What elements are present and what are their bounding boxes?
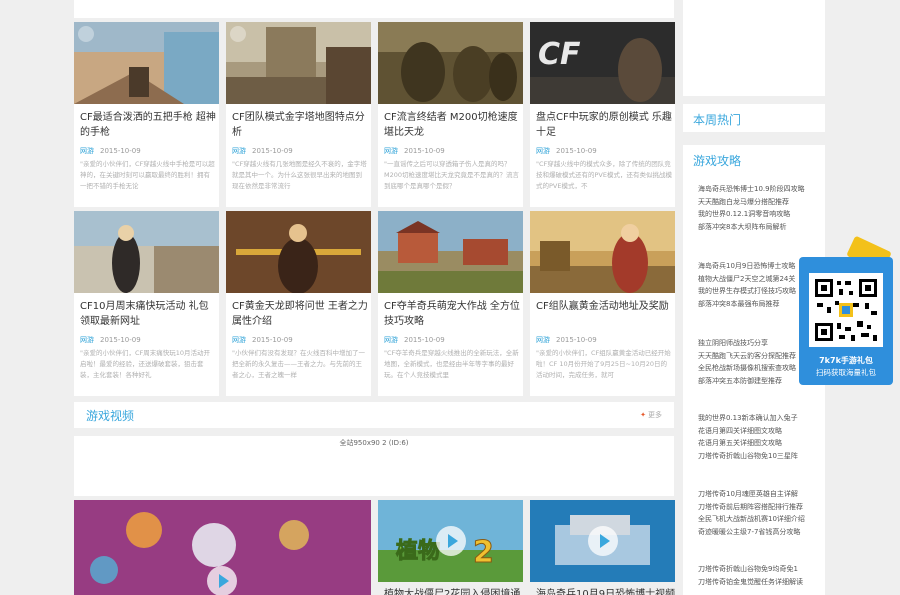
article-title[interactable]: CF黄金天龙即将问世 王者之力属性介绍 [232,299,368,329]
qr-code-icon [809,273,883,347]
article-card[interactable]: CF夺羊奇兵萌宠大作战 全方位技巧攻略 网游 2015-10-09 "CF夺羊奇兵… [378,211,523,396]
list-item[interactable]: 花语月第五关详细图文攻略 [698,437,818,450]
list-item[interactable]: 刀塔传奇折戟山谷物免10三星阵 [698,450,818,463]
play-icon[interactable] [207,566,237,595]
article-desc: "亲爱的小伙伴们，CF周末痛快玩10月活动开启啦！最爱的经验，还送爆破套装，狙击… [80,349,211,379]
article-desc: "一直谣传之后可以穿透箱子伤人是真的吗？M200切枪速度堪比天龙究竟是不是真的？… [384,160,520,190]
video-thumb-large[interactable] [74,500,371,595]
thumbnail[interactable] [530,211,675,293]
list-item[interactable]: 刀塔传奇铂金鬼觉醒任务详细解读 [698,576,818,589]
svg-text:植物: 植物 [396,538,440,564]
ad-placeholder: 全站950x90 2 (ID:6) [74,436,674,496]
thumbnail[interactable] [74,211,219,293]
guide-list-group: 刀塔传奇10月魂匣英雄自主详解 刀塔传奇前后期阵容搭配排行推荐 全民飞机大战新战… [698,488,818,538]
article-desc: "亲爱的小伙伴们，CF组队赢黄金活动已经开始啦！CF 10月份开始了9月25日~… [536,349,671,379]
article-desc: "CF穿越火线有几张地图是经久不衰的，金字塔就是其中一个。为什么这张很早出来的地… [232,160,367,190]
guide-list-group: 我的世界0.13新本确认加入兔子 花语月第四关详细图文攻略 花语月第五关详细图文… [698,412,818,462]
ad-text: 全站950x90 2 (ID:6) [339,439,409,447]
article-title[interactable]: CF团队模式金字塔地图特点分析 [232,110,368,140]
list-item[interactable]: 我的世界0.13新本确认加入兔子 [698,412,818,425]
guide-list-group: 刀塔传奇折戟山谷物免9均奇免1 刀塔传奇铂金鬼觉醒任务详细解读 [698,563,818,588]
list-item[interactable]: 天天酷跑白龙马爆分搭配推荐 [698,196,818,209]
list-item[interactable]: 刀塔传奇10月魂匣英雄自主详解 [698,488,818,501]
list-item[interactable]: 刀塔传奇折戟山谷物免9均奇免1 [698,563,818,576]
guide-list-group: 海岛奇兵恐怖博士10.9阶段四攻略 天天酷跑白龙马爆分搭配推荐 我的世界0.12… [698,183,818,233]
video-caption[interactable]: 海岛奇兵10月9日恐怖博士视频... [536,585,685,595]
section-title: 游戏视频 [86,409,135,423]
article-meta: 网游 2015-10-09 [232,147,293,155]
article-title[interactable]: CF最适合泼洒的五把手枪 超神的手枪 [80,110,216,140]
thumbnail[interactable] [74,22,219,104]
article-title[interactable]: CF组队赢黄金活动地址及奖励 [536,299,672,329]
thumbnail[interactable] [378,22,523,104]
guide-title[interactable]: 游戏攻略 [693,152,741,169]
article-meta: 网游 2015-10-09 [80,336,141,344]
sidebar-top-block [683,0,825,96]
article-meta: 网游 2015-10-09 [536,147,597,155]
thumbnail[interactable] [378,211,523,293]
thumbnail[interactable] [226,211,371,293]
qr-caption-sub: 扫码获取海量礼包 [816,368,876,377]
hot-title[interactable]: 本周热门 [693,111,741,128]
article-title[interactable]: CF夺羊奇兵萌宠大作战 全方位技巧攻略 [384,299,520,329]
article-meta: 网游 2015-10-09 [232,336,293,344]
svg-text:CF: CF [538,37,581,72]
list-item[interactable]: 刀塔传奇前后期阵容搭配排行推荐 [698,501,818,514]
list-item[interactable]: 奇迹暖暖公主级7-7省钱高分攻略 [698,526,818,539]
list-item[interactable]: 我的世界0.12.1洞零音响攻略 [698,208,818,221]
article-card[interactable]: CF团队模式金字塔地图特点分析 网游 2015-10-09 "CF穿越火线有几张地… [226,22,371,207]
list-item[interactable]: 部落冲突8本大坝阵布局解析 [698,221,818,234]
article-desc: "CF夺羊奇兵是穿越火线推出的全新玩法，全新地图，全新模式，也是经由半年等字事的… [384,349,519,379]
article-desc: "CF穿越火线中的模式众多，除了传统的团队竞技和爆破模式还有的PVE模式，还有类… [536,160,672,190]
article-card[interactable]: CF流言终结者 M200切枪速度堪比天龙 网游 2015-10-09 "一直谣传之… [378,22,523,207]
plus-icon: ✦ [640,411,646,419]
qr-float-widget[interactable]: 7k7k手游礼包 扫码获取海量礼包 [799,235,893,385]
list-item[interactable]: 全民飞机大战新战机赛10详细介绍 [698,513,818,526]
play-icon[interactable] [588,526,618,556]
article-meta: 网游 2015-10-09 [384,147,445,155]
article-card[interactable]: CF黄金天龙即将问世 王者之力属性介绍 网游 2015-10-09 "小伙伴们有没… [226,211,371,396]
list-item[interactable]: 花语月第四关详细图文攻略 [698,425,818,438]
video-thumb[interactable] [530,500,675,582]
article-card[interactable]: CF最适合泼洒的五把手枪 超神的手枪 网游 2015-10-09 "亲爱的小伙伴们… [74,22,219,207]
article-title[interactable]: CF流言终结者 M200切枪速度堪比天龙 [384,110,520,140]
article-meta: 网游 2015-10-09 [384,336,445,344]
article-card[interactable]: CF10月周末痛快玩活动 礼包领取最新网址 网游 2015-10-09 "亲爱的小… [74,211,219,396]
video-caption[interactable]: 植物大战僵尸2花园入侵困境通... [384,585,530,595]
article-meta: 网游 2015-10-09 [536,336,597,344]
article-title[interactable]: CF10月周末痛快玩活动 礼包领取最新网址 [80,299,216,329]
main-content: CF最适合泼洒的五把手枪 超神的手枪 网游 2015-10-09 "亲爱的小伙伴们… [74,0,685,595]
article-card[interactable]: CF 盘点CF中玩家的原创模式 乐趣十足 网游 2015-10-09 "CF穿越火… [530,22,675,207]
section-header: 游戏视频 ✦ 更多 [74,402,674,428]
list-item[interactable]: 海岛奇兵恐怖博士10.9阶段四攻略 [698,183,818,196]
play-icon[interactable] [436,526,466,556]
article-desc: "亲爱的小伙伴们，CF穿越火线中手枪是可以超神的，在关键时刻可以赢取最终的胜利！… [80,160,215,190]
article-meta: 网游 2015-10-09 [80,147,141,155]
hot-box: 本周热门 [683,104,825,132]
thumbnail[interactable] [226,22,371,104]
svg-text:2: 2 [473,535,494,570]
qr-caption-title: 7k7k手游礼包 [819,356,873,365]
more-link[interactable]: ✦ 更多 [640,410,662,420]
article-card[interactable]: CF组队赢黄金活动地址及奖励 网游 2015-10-09 "亲爱的小伙伴们，CF组… [530,211,675,396]
video-thumb[interactable]: 植物 2 [378,500,523,582]
article-desc: "小伙伴们有没有发现？在火线百科中增加了一把全新的永久复击——王者之力。与先前的… [232,349,365,379]
thumbnail[interactable]: CF [530,22,675,104]
article-title[interactable]: 盘点CF中玩家的原创模式 乐趣十足 [536,110,672,140]
